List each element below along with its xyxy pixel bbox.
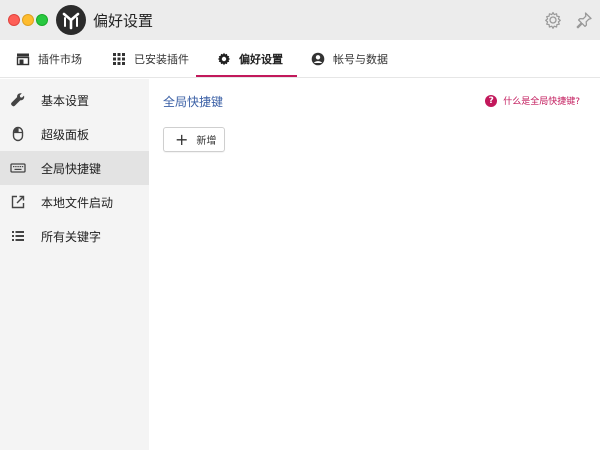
maximize-window-button[interactable] [36, 14, 48, 26]
keyboard-icon [10, 160, 26, 176]
grid-icon [112, 52, 126, 66]
pin-icon[interactable] [574, 10, 594, 30]
question-circle-icon: ? [485, 94, 498, 107]
tab-label: 插件市场 [38, 53, 82, 66]
settings-gear-icon[interactable] [543, 10, 563, 30]
tab-installed-plugins[interactable]: 已安装插件 [112, 40, 189, 78]
gear-icon [217, 52, 231, 66]
active-tab-indicator [196, 75, 297, 77]
main-panel: 全局快捷键 ? 什么是全局快捷键? + 新增 [149, 79, 600, 450]
open-external-icon [10, 194, 26, 210]
tab-account-data[interactable]: 帐号与数据 [311, 40, 388, 78]
list-icon [10, 228, 26, 244]
help-link[interactable]: ? 什么是全局快捷键? [485, 94, 580, 107]
account-icon [311, 52, 325, 66]
sidebar-item-label: 基本设置 [41, 93, 90, 108]
sidebar-item-label: 全局快捷键 [41, 161, 102, 176]
tab-preferences[interactable]: 偏好设置 [217, 40, 283, 78]
sidebar-item-label: 本地文件启动 [41, 195, 114, 210]
sidebar-item-all-keywords[interactable]: 所有关键字 [0, 219, 149, 253]
minimize-window-button[interactable] [22, 14, 34, 26]
tab-label: 已安装插件 [134, 53, 189, 66]
wrench-icon [10, 92, 26, 108]
tab-plugin-market[interactable]: 插件市场 [16, 40, 82, 78]
app-logo-icon [56, 5, 86, 35]
store-icon [16, 52, 30, 66]
plus-icon: + [175, 129, 189, 149]
close-window-button[interactable] [8, 14, 20, 26]
tab-bar: 插件市场 已安装插件 偏好设置 帐号与数据 [0, 40, 600, 78]
add-button-label: 新增 [196, 136, 217, 147]
sidebar-item-super-panel[interactable]: 超级面板 [0, 117, 149, 151]
sidebar-item-label: 超级面板 [41, 127, 90, 142]
title-bar: 偏好设置 [0, 0, 600, 40]
sidebar-item-local-file-launch[interactable]: 本地文件启动 [0, 185, 149, 219]
sidebar-item-label: 所有关键字 [41, 229, 102, 244]
sidebar: 基本设置 超级面板 全局快捷键 本地文件启动 所有关键字 [0, 79, 149, 450]
sidebar-item-basic-settings[interactable]: 基本设置 [0, 83, 149, 117]
help-link-text: 什么是全局快捷键? [503, 97, 580, 107]
window-title: 偏好设置 [93, 12, 154, 30]
add-shortcut-button[interactable]: + 新增 [163, 127, 225, 152]
sidebar-item-global-shortcuts[interactable]: 全局快捷键 [0, 151, 149, 185]
tab-label: 帐号与数据 [333, 53, 388, 66]
mouse-icon [10, 126, 26, 142]
section-title: 全局快捷键 [163, 95, 224, 109]
tab-label: 偏好设置 [239, 53, 283, 66]
